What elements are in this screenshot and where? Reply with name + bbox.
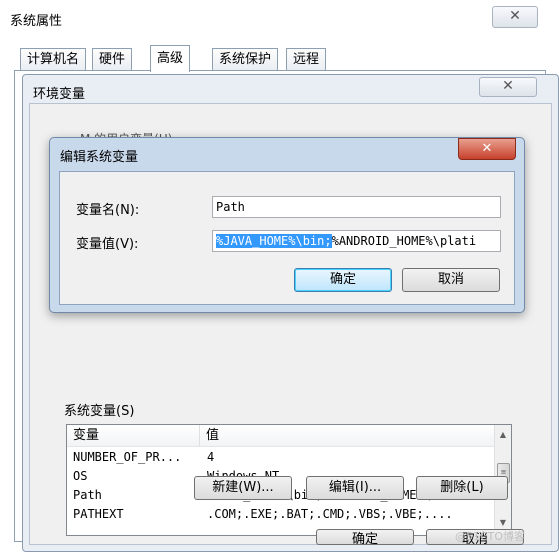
env-window-title: 环境变量 <box>33 87 86 102</box>
edit-ok-button[interactable]: 确定 <box>294 268 392 292</box>
column-header-value[interactable]: 值 <box>200 425 496 447</box>
row-value: 4 <box>207 450 215 464</box>
close-icon: ✕ <box>509 8 521 24</box>
tab-system-protection[interactable]: 系统保护 <box>212 48 279 71</box>
close-button[interactable]: ✕ <box>492 6 538 28</box>
edit-dialog-title: 编辑系统变量 <box>60 150 139 165</box>
row-variable: PATHEXT <box>73 507 124 521</box>
watermark: @51CTO博客 <box>455 530 526 543</box>
system-properties-window: 系统属性 ✕ 计算机名 硬件 高级 系统保护 远程 环境变量 ✕ M 的用户变量… <box>0 0 559 552</box>
env-close-button[interactable]: ✕ <box>479 77 537 97</box>
edit-close-button[interactable]: ✕ <box>458 138 516 160</box>
edit-variable-button[interactable]: 编辑(I)... <box>306 476 404 500</box>
row-variable: NUMBER_OF_PR... <box>73 450 182 464</box>
delete-variable-button[interactable]: 删除(L) <box>416 476 508 500</box>
system-variables-label: 系统变量(S) <box>64 404 135 419</box>
variable-name-value: Path <box>216 200 245 214</box>
env-ok-button[interactable]: 确定 <box>316 529 414 545</box>
tab-computer-name[interactable]: 计算机名 <box>20 48 87 71</box>
scroll-up-icon[interactable]: ▲ <box>495 427 511 443</box>
variable-value-input[interactable]: %JAVA_HOME%\bin;%ANDROID_HOME%\plati <box>212 230 501 252</box>
table-row[interactable]: PATHEXT .COM;.EXE;.BAT;.CMD;.VBS;.VBE;..… <box>67 505 495 524</box>
row-variable: OS <box>73 469 88 483</box>
tab-advanced[interactable]: 高级 <box>150 45 191 72</box>
row-variable: Path <box>73 488 102 502</box>
table-row[interactable]: NUMBER_OF_PR... 4 <box>67 448 495 467</box>
new-variable-button[interactable]: 新建(W)... <box>194 476 292 500</box>
close-icon: ✕ <box>502 78 514 94</box>
window-title: 系统属性 <box>10 14 63 29</box>
close-icon: ✕ <box>481 141 493 156</box>
variable-name-label: 变量名(N): <box>76 203 140 218</box>
variable-name-input[interactable]: Path <box>212 196 501 218</box>
column-header-variable[interactable]: 变量 <box>67 425 200 447</box>
value-text: %ANDROID_HOME%\plati <box>331 234 477 248</box>
edit-dialog-body: 变量名(N): Path 变量值(V): %JAVA_HOME%\bin;%AN… <box>59 171 515 305</box>
edit-system-variable-dialog: 编辑系统变量 ✕ 变量名(N): Path 变量值(V): %JAVA_HOME… <box>49 137 525 313</box>
tab-hardware[interactable]: 硬件 <box>92 48 133 71</box>
selected-text: %JAVA_HOME%\bin; <box>216 234 332 248</box>
edit-cancel-button[interactable]: 取消 <box>402 268 500 292</box>
variable-value-label: 变量值(V): <box>76 237 139 252</box>
tab-remote[interactable]: 远程 <box>286 48 327 71</box>
row-value: .COM;.EXE;.BAT;.CMD;.VBS;.VBE;.... <box>207 507 453 521</box>
